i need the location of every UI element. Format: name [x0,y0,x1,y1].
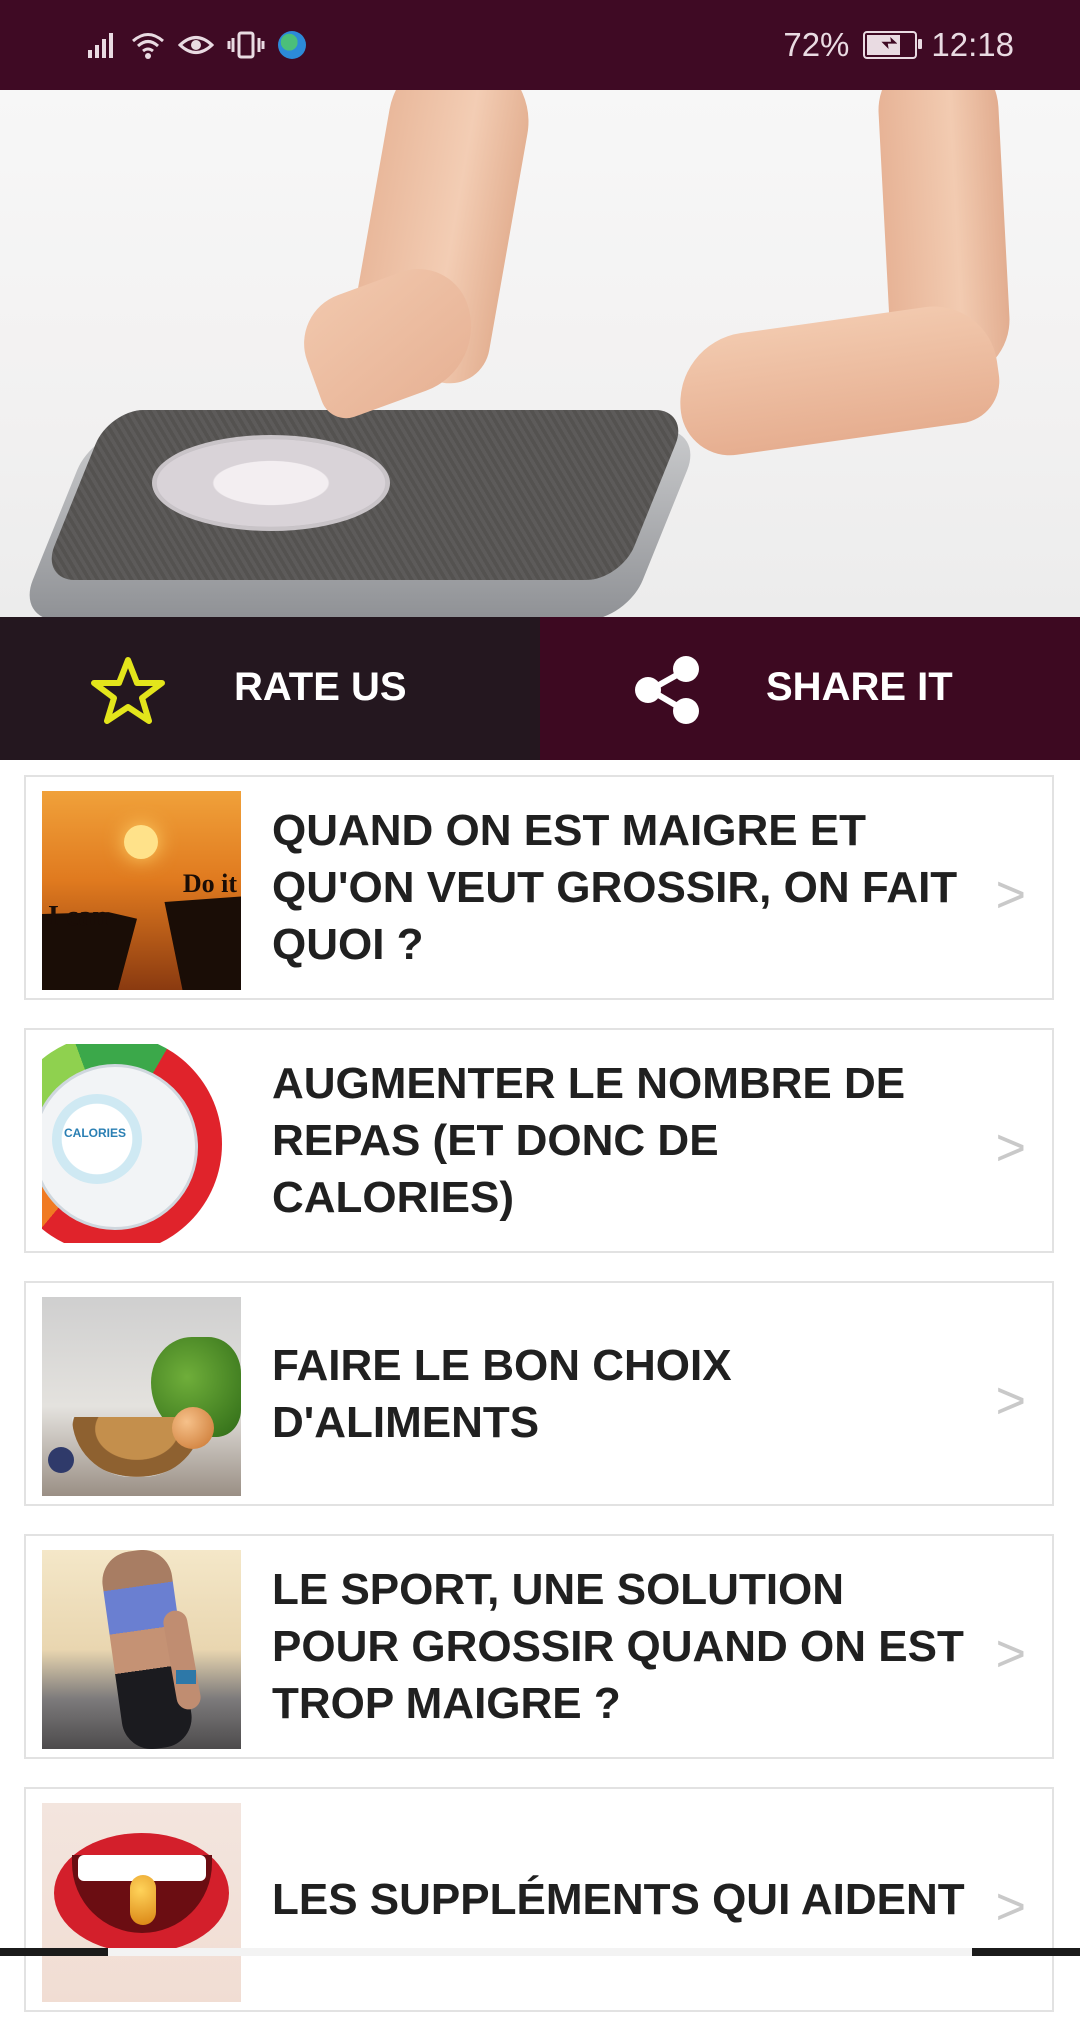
battery-percent: 72% [783,26,850,63]
list-item[interactable]: CALORIES AUGMENTER LE NOMBRE DE REPAS (E… [24,1028,1054,1253]
chevron-right-icon: > [995,1625,1026,1683]
signal-icon [88,33,113,58]
thumb-text: CALORIES [64,1126,127,1140]
vibrate-icon [227,31,265,59]
thumbnail-runner [42,1550,241,1749]
article-list: I can Do it QUAND ON EST MAIGRE ET QU'ON… [24,775,1056,2040]
share-icon [635,656,699,724]
article-title: FAIRE LE BON CHOIX D'ALIMENTS [272,1340,732,1447]
list-item[interactable]: FAIRE LE BON CHOIX D'ALIMENTS > [24,1281,1054,1506]
article-title: AUGMENTER LE NOMBRE DE REPAS (ET DONC DE… [272,1059,906,1222]
list-item[interactable]: I can Do it QUAND ON EST MAIGRE ET QU'ON… [24,775,1054,1000]
thumb-text-right: Do it [182,869,237,898]
thumbnail-cliff-jump: I can Do it [42,791,241,990]
globe-icon [278,31,306,59]
thumbnail-healthy-food [42,1297,241,1496]
article-title: QUAND ON EST MAIGRE ET QU'ON VEUT GROSSI… [272,806,958,969]
status-icons-left [86,22,306,68]
star-icon [91,657,165,724]
status-bar: 72% 12:18 [0,0,1080,90]
thumbnail-calorie-dial: CALORIES [42,1044,241,1243]
action-bar: RATE US SHARE IT [0,617,1080,760]
share-it-label: SHARE IT [766,665,953,709]
chevron-right-icon: > [995,1878,1026,1936]
eye-icon [178,36,214,54]
list-item[interactable]: LE SPORT, UNE SOLUTION POUR GROSSIR QUAN… [24,1534,1054,1759]
wifi-icon [132,33,164,59]
home-indicator[interactable] [108,1948,972,1956]
hero-image-feet-on-scale [0,90,1080,617]
article-title: LES SUPPLÉMENTS QUI AIDENT [272,1875,965,1924]
thumb-text-left: I can [48,901,108,932]
chevron-right-icon: > [995,1372,1026,1430]
share-it-button[interactable]: SHARE IT [540,617,1080,760]
article-title: LE SPORT, UNE SOLUTION POUR GROSSIR QUAN… [272,1565,964,1728]
rate-us-button[interactable]: RATE US [0,617,540,760]
battery-icon [863,31,923,59]
status-icons-right: 72% 12:18 [783,22,1014,68]
navigation-bar [0,1948,1080,1956]
thumbnail-smile-capsule [42,1803,241,2002]
chevron-right-icon: > [995,1119,1026,1177]
list-item[interactable]: LES SUPPLÉMENTS QUI AIDENT > [24,1787,1054,2012]
chevron-right-icon: > [995,866,1026,924]
clock: 12:18 [931,26,1014,63]
rate-us-label: RATE US [234,665,407,709]
